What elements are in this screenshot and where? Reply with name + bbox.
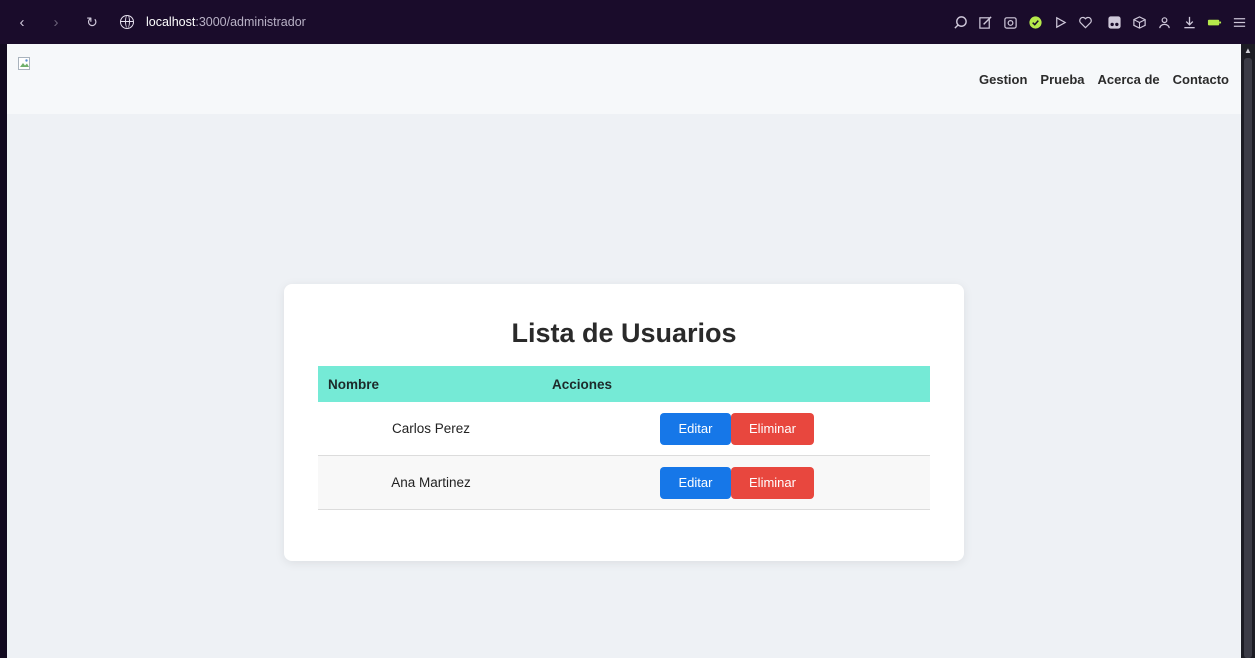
delete-button[interactable]: Eliminar (731, 466, 814, 499)
delete-button[interactable]: Eliminar (731, 412, 814, 445)
camera-icon[interactable] (1003, 15, 1018, 30)
nav-link-contacto[interactable]: Contacto (1173, 72, 1229, 87)
page-viewport: Gestion Prueba Acerca de Contacto Lista … (7, 44, 1241, 658)
users-table: Nombre Acciones Carlos Perez Editar Elim… (318, 366, 930, 510)
nav-link-gestion[interactable]: Gestion (979, 72, 1027, 87)
download-icon[interactable] (1182, 15, 1197, 30)
site-navbar: Gestion Prueba Acerca de Contacto (7, 44, 1241, 114)
scrollbar-thumb[interactable] (1244, 58, 1252, 658)
page-scrollbar[interactable]: ▲ (1241, 44, 1255, 658)
url-path: :3000/administrador (195, 15, 306, 29)
reload-icon[interactable]: ↻ (80, 14, 104, 31)
row-actions: Editar Eliminar (660, 412, 814, 445)
table-row: Ana Martinez Editar Eliminar (318, 456, 930, 510)
window-left-edge (0, 0, 7, 658)
back-icon[interactable]: ‹ (10, 14, 34, 31)
url-host: localhost (146, 15, 196, 29)
browser-toolbar: ‹ › ↻ localhost:3000/administrador (0, 0, 1255, 44)
table-header: Nombre Acciones (318, 366, 930, 402)
extension-icon[interactable] (1107, 15, 1122, 30)
play-icon[interactable] (1053, 15, 1068, 30)
nav-links: Gestion Prueba Acerca de Contacto (979, 72, 1229, 87)
toolbar-icons (953, 0, 1247, 44)
table-row: Carlos Perez Editar Eliminar (318, 402, 930, 456)
address-bar[interactable]: localhost:3000/administrador (146, 15, 306, 29)
shield-check-icon[interactable] (1028, 15, 1043, 30)
scroll-up-icon[interactable]: ▲ (1244, 46, 1252, 56)
forward-icon[interactable]: › (44, 14, 68, 31)
user-icon[interactable] (1157, 15, 1172, 30)
site-info-icon[interactable] (120, 15, 134, 29)
user-name: Ana Martinez (391, 475, 471, 490)
heart-icon[interactable] (1078, 15, 1093, 30)
nav-link-prueba[interactable]: Prueba (1040, 72, 1084, 87)
row-actions: Editar Eliminar (660, 466, 814, 499)
edit-button[interactable]: Editar (660, 412, 731, 445)
battery-icon[interactable] (1207, 15, 1222, 30)
edit-icon[interactable] (978, 15, 993, 30)
edit-button[interactable]: Editar (660, 466, 731, 499)
cube-icon[interactable] (1132, 15, 1147, 30)
nav-link-acerca-de[interactable]: Acerca de (1098, 72, 1160, 87)
broken-image-icon (18, 57, 32, 71)
user-name: Carlos Perez (391, 421, 471, 436)
column-header-acciones: Acciones (552, 376, 613, 392)
search-icon[interactable] (953, 15, 968, 30)
page-title: Lista de Usuarios (511, 318, 737, 348)
column-header-nombre: Nombre (328, 376, 380, 392)
users-card: Lista de Usuarios Nombre Acciones Carlos… (284, 284, 964, 561)
menu-icon[interactable] (1232, 15, 1247, 30)
